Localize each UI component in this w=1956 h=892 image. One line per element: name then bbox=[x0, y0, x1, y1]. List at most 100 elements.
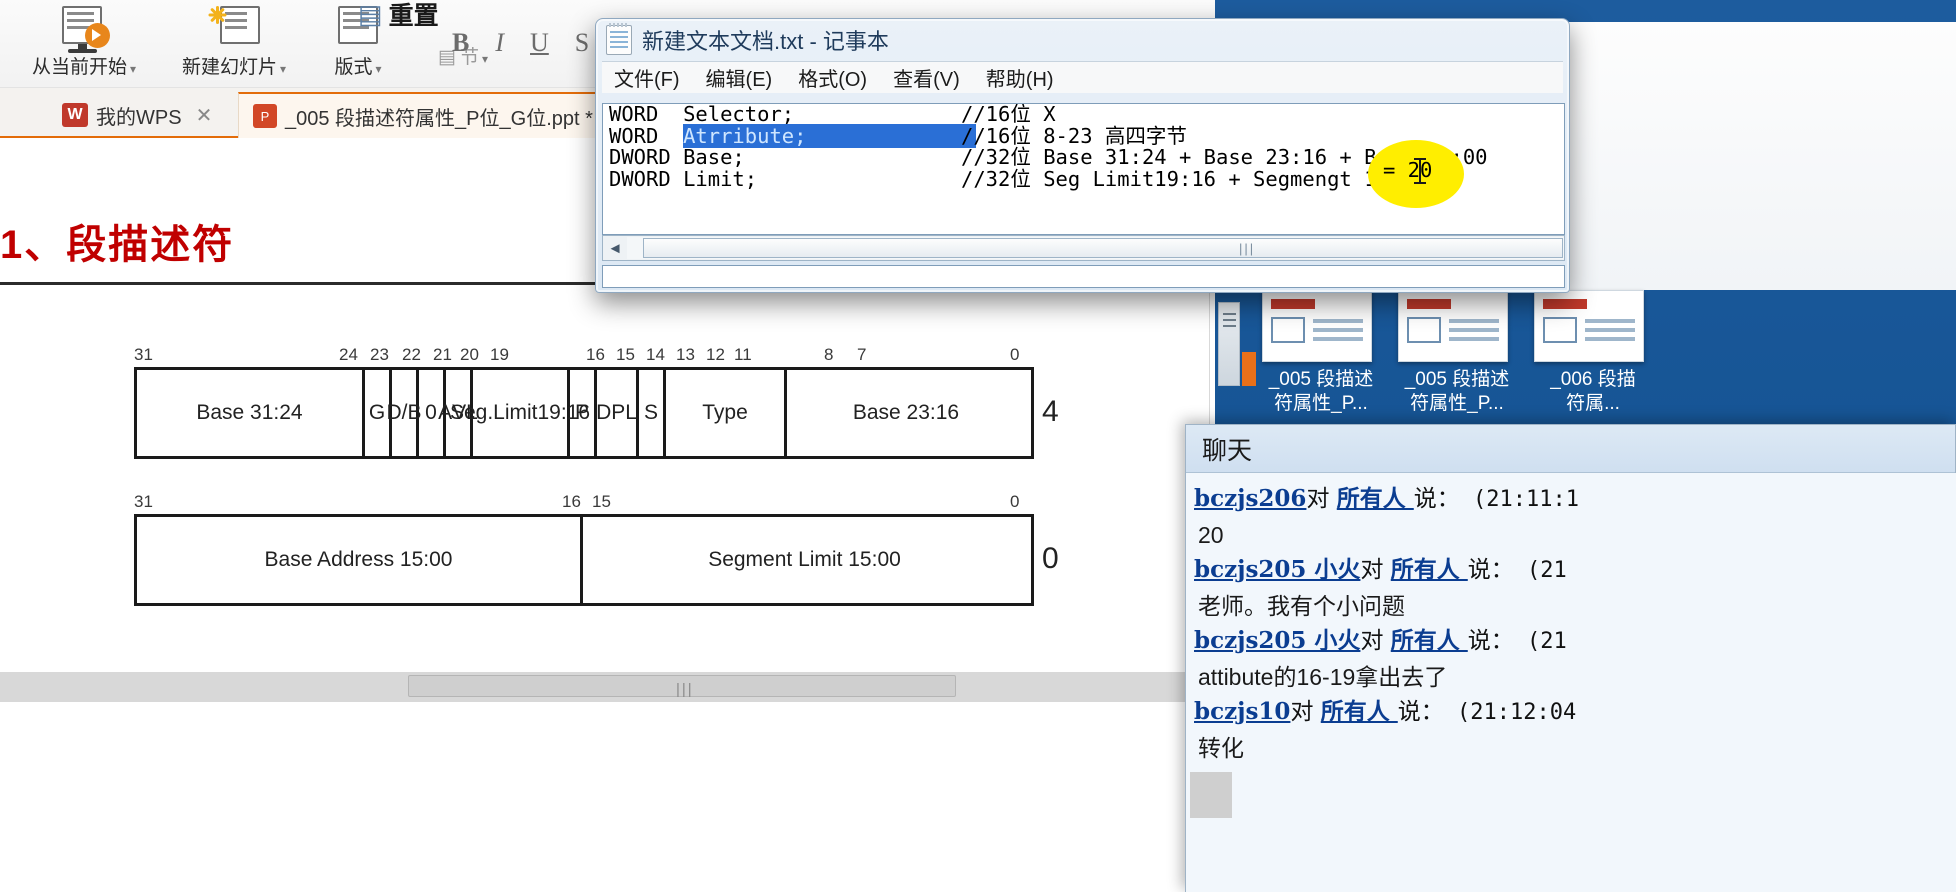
chat-verb: 对 bbox=[1306, 486, 1330, 512]
chat-verb: 对 bbox=[1290, 699, 1314, 726]
page-title: 1、段描述符 bbox=[0, 223, 235, 267]
descriptor-cell-line: P bbox=[611, 400, 626, 424]
notepad-menu-item-3[interactable]: 查看(V) bbox=[893, 63, 960, 92]
descriptor-cell-line: Seg. bbox=[449, 400, 494, 424]
chevron-down-icon[interactable]: ▾ bbox=[130, 62, 136, 76]
notepad-line-type: WORD bbox=[609, 123, 684, 148]
bit-label-15: 15 bbox=[616, 345, 635, 364]
thumbnail-label-line: 符属性_P... bbox=[1410, 392, 1504, 414]
close-icon[interactable]: ✕ bbox=[196, 103, 213, 128]
ribbon-button-present-from-current[interactable]: 从当前开始 ▾ bbox=[32, 4, 136, 79]
chat-message-header-1: bczjs205 小火对 所有人 说： (21 bbox=[1194, 552, 1956, 589]
descriptor-cell-line: G bbox=[368, 400, 386, 424]
taskbar-thumbnail-label: _006 段描 符属... bbox=[1534, 368, 1652, 416]
tab-my-wps[interactable]: W 我的WPS ✕ bbox=[48, 92, 226, 138]
bit-label-8: 8 bbox=[824, 345, 834, 364]
bold-button[interactable]: B bbox=[452, 28, 469, 58]
ribbon-label-4: 重置 bbox=[388, 2, 439, 30]
chat-recipient-link[interactable]: 所有人 bbox=[1391, 627, 1468, 654]
taskbar-orange-marker bbox=[1242, 352, 1256, 386]
chat-recipient-link[interactable]: 所有人 bbox=[1337, 485, 1414, 512]
chat-recipient-link[interactable]: 所有人 bbox=[1391, 556, 1468, 583]
reset-icon: ▤ bbox=[358, 0, 383, 29]
ribbon-label-2: 版式 bbox=[334, 57, 373, 78]
chat-message-list[interactable]: bczjs206对 所有人 说： (21:11:1 20 bczjs205 小火对 … bbox=[1186, 473, 1956, 892]
chat-window[interactable]: 聊天 bczjs206对 所有人 说： (21:11:1 20 bczjs205 小… bbox=[1185, 424, 1956, 892]
chat-message-body-3: 转化 bbox=[1198, 735, 1244, 762]
bit-label-31: 31 bbox=[134, 345, 153, 364]
bit-label-7: 7 bbox=[857, 345, 867, 364]
notepad-menu-bar[interactable]: 文件(F) 编辑(E) 格式(O) 查看(V) 帮助(H) bbox=[602, 61, 1563, 93]
notepad-menu-item-1[interactable]: 编辑(E) bbox=[706, 63, 773, 92]
chat-verb: 对 bbox=[1360, 628, 1384, 655]
chevron-down-icon[interactable]: ▾ bbox=[375, 62, 381, 76]
bit-label-0: 0 bbox=[1010, 492, 1020, 511]
thumbnail-label-line: 符属性_P... bbox=[1274, 392, 1368, 414]
taskbar-thumbnails[interactable]: _005 段描述 符属性_P... _005 段描述 符属性_P... _006 段描符… bbox=[1262, 290, 1956, 420]
bit-label-22: 22 bbox=[402, 345, 421, 364]
tab-presentation-file[interactable]: P _005 段描述符属性_P位_G位.ppt * bbox=[238, 92, 608, 138]
notepad-horizontal-scrollbar[interactable]: ◄ ||| bbox=[602, 235, 1565, 261]
notepad-icon bbox=[606, 23, 632, 55]
wps-logo-icon: W bbox=[62, 103, 88, 127]
descriptor-row-low: 31 16 15 0 Base Address 15:00 Segment Limit … bbox=[134, 492, 1059, 606]
notepad-line-identifier[interactable]: Atrribute; bbox=[683, 123, 977, 148]
italic-button[interactable]: I bbox=[495, 28, 504, 58]
descriptor-cell-line: Base 23:16 bbox=[852, 400, 960, 424]
chat-title-bar: 聊天 bbox=[1186, 425, 1955, 473]
descriptor-cell: DPL bbox=[596, 370, 639, 456]
chat-scroll-corner[interactable] bbox=[1190, 772, 1232, 818]
chat-message-body-1: 老师。我有个小问题 bbox=[1198, 592, 1405, 619]
descriptor-cell: Base 23:16 bbox=[787, 370, 1025, 456]
descriptor-cell-line: L bbox=[625, 400, 637, 424]
taskbar-thumbnail-label: _005 段描述 符属性_P... bbox=[1398, 368, 1516, 416]
notepad-line-identifier[interactable]: Limit; bbox=[683, 167, 757, 191]
chat-message-body-0: 20 bbox=[1198, 521, 1224, 548]
notepad-title-bar[interactable]: 新建文本文档.txt - 记事本 bbox=[596, 19, 1569, 61]
taskbar-sidebar-handle[interactable] bbox=[1218, 302, 1240, 386]
notepad-line-identifier[interactable]: Selector; bbox=[683, 104, 794, 126]
descriptor-cell-line: Segment Limit 15:00 bbox=[708, 547, 901, 571]
descriptor-cell-line: D bbox=[386, 400, 402, 424]
ppt-thumb-icon bbox=[1262, 290, 1372, 362]
scroll-left-arrow-icon[interactable]: ◄ bbox=[603, 240, 627, 257]
taskbar-thumbnail-0[interactable]: _005 段描述 符属性_P... bbox=[1262, 290, 1380, 420]
scrollbar-track[interactable]: ||| bbox=[627, 237, 1564, 259]
notepad-line-comment: //16位 X bbox=[961, 103, 1056, 126]
notepad-line-0[interactable]: WORD Selector;//16位 X bbox=[603, 104, 1564, 126]
notepad-line-comment: //32位 Seg Limit19:16 + Segmengt 16 bbox=[961, 166, 1389, 191]
bit-label-11: 11 bbox=[734, 345, 752, 364]
taskbar-thumbnail-1[interactable]: _005 段描述 符属性_P... bbox=[1398, 290, 1516, 420]
notepad-line-identifier[interactable]: Base; bbox=[683, 145, 745, 169]
strikethrough-button[interactable]: S bbox=[575, 28, 589, 58]
descriptor-table-low: Base Address 15:00 Segment Limit 15:00 bbox=[134, 514, 1034, 606]
ribbon-button-reset[interactable]: ▤ 重置 bbox=[358, 0, 439, 32]
underline-button[interactable]: U bbox=[530, 28, 549, 58]
descriptor-cell: Base Address 15:00 bbox=[137, 517, 583, 603]
chat-username-link[interactable]: bczjs205 小火 bbox=[1194, 627, 1360, 654]
chat-message-body-2: attibute的16-19拿出去了 bbox=[1198, 663, 1448, 690]
chat-username-link[interactable]: bczjs205 小火 bbox=[1194, 556, 1360, 583]
slide-horizontal-scrollbar[interactable]: ||| bbox=[0, 672, 1210, 702]
notepad-line-comment: //16位 8-23 高四字节 bbox=[961, 123, 1187, 148]
ribbon-button-new-slide[interactable]: 新建幻灯片 ▾ bbox=[182, 4, 286, 79]
chevron-down-icon[interactable]: ▾ bbox=[280, 62, 286, 76]
chat-timestamp: (21:11:1 bbox=[1459, 487, 1579, 512]
chat-username-link[interactable]: bczjs206 bbox=[1194, 485, 1306, 512]
notepad-menu-item-0[interactable]: 文件(F) bbox=[614, 63, 680, 92]
taskbar-thumbnail-2[interactable]: _006 段描 符属... bbox=[1534, 290, 1652, 420]
notepad-menu-item-2[interactable]: 格式(O) bbox=[798, 63, 867, 92]
thumbnail-label-line: 符属... bbox=[1566, 392, 1620, 414]
bit-labels-low: 31 16 15 0 bbox=[134, 492, 1034, 514]
scrollbar-thumb[interactable] bbox=[643, 238, 1563, 258]
chat-message-header-3: bczjs10对 所有人 说： (21:12:04 bbox=[1194, 694, 1956, 731]
notepad-menu-item-4[interactable]: 帮助(H) bbox=[986, 63, 1054, 92]
thumbnail-label-line: _005 段描述 bbox=[1268, 369, 1374, 390]
bit-label-0: 0 bbox=[1010, 345, 1020, 364]
notepad-status-strip bbox=[602, 265, 1565, 288]
chat-recipient-link[interactable]: 所有人 bbox=[1321, 698, 1398, 725]
scrollbar-grip-icon: ||| bbox=[1239, 241, 1256, 256]
chat-username-link[interactable]: bczjs10 bbox=[1194, 698, 1290, 725]
bit-label-21: 21 bbox=[433, 345, 452, 364]
chat-verb: 对 bbox=[1360, 557, 1384, 584]
